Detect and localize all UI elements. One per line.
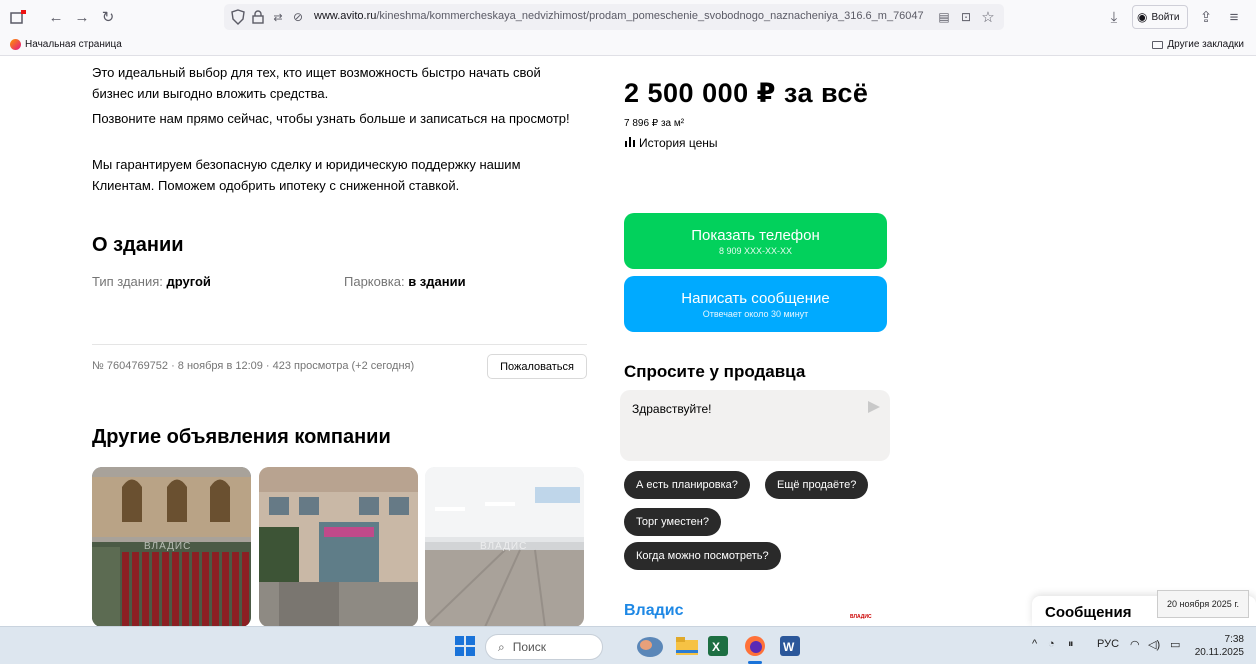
svg-text:X: X: [712, 640, 720, 654]
clock-date: 20.11.2025: [1194, 647, 1244, 658]
message-input[interactable]: Здравствуйте!: [620, 390, 890, 461]
browser-toolbar: ← → ↻ ⇄ ⊘ www.avito.ru/kineshma/kommerch…: [0, 0, 1256, 34]
bookmark-other[interactable]: Другие закладки: [1152, 39, 1244, 50]
listing-meta: № 7604769752 · 8 ноября в 12:09 · 423 пр…: [92, 360, 415, 372]
login-label: Войти: [1151, 11, 1180, 23]
bookmark-home[interactable]: Начальная страница: [10, 39, 122, 50]
url-bar[interactable]: ⇄ ⊘ www.avito.ru/kineshma/kommercheskaya…: [224, 4, 1004, 30]
parking: Парковка: в здании: [344, 274, 466, 289]
watermark-1: ВЛАДИС: [144, 541, 192, 552]
write-message-label: Написать сообщение: [681, 289, 830, 307]
url-domain: www.avito.ru: [314, 10, 377, 22]
reload-icon[interactable]: ↻: [98, 7, 118, 27]
bookmark-other-label: Другие закладки: [1167, 39, 1244, 50]
quick-question-chip[interactable]: Когда можно посмотреть?: [624, 542, 781, 570]
pocket-icon[interactable]: ⊡: [956, 7, 976, 27]
file-explorer-icon[interactable]: [676, 636, 698, 661]
windows-start-icon[interactable]: [455, 636, 475, 661]
show-phone-label: Показать телефон: [691, 226, 820, 244]
clock-time: 7:38: [1224, 634, 1244, 645]
price-history-label: История цены: [639, 136, 718, 150]
url-path: /kineshma/kommercheskaya_nedvizhimost/pr…: [376, 10, 924, 22]
shield-icon[interactable]: [228, 7, 248, 27]
wifi-icon[interactable]: ◠: [1130, 638, 1140, 651]
back-arrow-icon[interactable]: ←: [46, 7, 66, 27]
building-type: Тип здания: другой: [92, 274, 211, 289]
firefox-icon[interactable]: [744, 635, 766, 662]
firefox-icon: [10, 39, 21, 50]
seller-logo: ВЛАДИС: [850, 614, 872, 620]
about-building-heading: О здании: [92, 234, 184, 256]
ask-seller-heading: Спросите у продавца: [624, 362, 806, 381]
reader-view-icon[interactable]: ▤: [934, 7, 954, 27]
building-type-label: Тип здания:: [92, 274, 167, 289]
parking-label: Парковка:: [344, 274, 409, 289]
downloads-icon[interactable]: ⤓: [1104, 7, 1124, 27]
date-tooltip: 20 ноября 2025 г.: [1157, 590, 1249, 618]
description-p1: Это идеальный выбор для тех, кто ищет во…: [92, 65, 541, 101]
search-icon: ⌕: [498, 639, 505, 654]
parking-value: в здании: [408, 274, 466, 289]
bookmarks-bar: Начальная страница Другие закладки: [0, 34, 1256, 56]
taskbar: ⌕ Поиск X W ^ ◔ ⏸ РУС ◠ ◁) ▭ 7:38 20.11.…: [0, 626, 1256, 664]
volume-icon[interactable]: ◁): [1148, 638, 1160, 651]
app-tray-icon[interactable]: ◔: [1048, 638, 1055, 650]
menu-icon[interactable]: ≡: [1224, 7, 1244, 27]
messages-panel-title: Сообщения: [1045, 604, 1132, 621]
quick-question-chip[interactable]: Ещё продаёте?: [765, 471, 869, 499]
show-phone-button[interactable]: Показать телефон 8 909 XXX-XX-XX: [624, 213, 887, 269]
listing-thumbnail-3[interactable]: ВЛАДИС: [425, 467, 584, 626]
other-listings-heading: Другие объявления компании: [92, 426, 391, 448]
listing-thumbnail-1[interactable]: ВЛАДИС: [92, 467, 251, 626]
building-type-value: другой: [166, 274, 211, 289]
send-icon[interactable]: [868, 401, 880, 413]
divider: [92, 344, 587, 345]
tracking-icon[interactable]: ⊘: [288, 7, 308, 27]
login-button[interactable]: ◉ Войти: [1132, 5, 1188, 29]
watermark-3: ВЛАДИС: [480, 541, 528, 552]
write-message-button[interactable]: Написать сообщение Отвечает около 30 мин…: [624, 276, 887, 332]
complain-button[interactable]: Пожаловаться: [487, 354, 587, 379]
tab-view-icon[interactable]: [8, 7, 28, 27]
bookmark-home-label: Начальная страница: [25, 39, 122, 50]
price-history-link[interactable]: История цены: [624, 136, 718, 150]
search-label: Поиск: [512, 640, 546, 654]
svg-text:W: W: [783, 640, 795, 654]
response-time: Отвечает около 30 минут: [702, 308, 809, 319]
price-per-m: 7 896 ₽ за м²: [624, 118, 685, 129]
quick-question-chip[interactable]: А есть планировка?: [624, 471, 750, 499]
language-indicator[interactable]: РУС: [1097, 638, 1119, 650]
listing-thumbnail-2[interactable]: [259, 467, 418, 626]
battery-icon[interactable]: ▭: [1170, 638, 1180, 651]
folder-icon: [1152, 40, 1164, 49]
url-text[interactable]: www.avito.ru/kineshma/kommercheskaya_ned…: [314, 10, 924, 22]
lock-icon[interactable]: [248, 7, 268, 27]
meet-icon[interactable]: ⏸: [1068, 638, 1074, 651]
word-icon[interactable]: W: [780, 636, 800, 661]
description-p2: Позвоните нам прямо сейчас, чтобы узнать…: [92, 111, 570, 126]
permissions-icon[interactable]: ⇄: [268, 7, 288, 27]
account-icon: ◉: [1137, 10, 1148, 24]
bookmark-star-icon[interactable]: ☆: [978, 7, 998, 27]
share-icon[interactable]: ⇪: [1196, 7, 1216, 27]
widgets-icon[interactable]: [636, 633, 664, 664]
message-text: Здравствуйте!: [632, 402, 712, 416]
seller-name[interactable]: Владис: [624, 602, 684, 620]
taskbar-search[interactable]: ⌕ Поиск: [485, 634, 603, 660]
chevron-up-icon[interactable]: ^: [1032, 638, 1037, 650]
page-content: Это идеальный выбор для тех, кто ищет во…: [0, 56, 1256, 626]
excel-icon[interactable]: X: [708, 636, 728, 661]
forward-arrow-icon[interactable]: →: [72, 7, 92, 27]
price-total: 2 500 000 ₽ за всё: [624, 78, 869, 108]
quick-question-chip[interactable]: Торг уместен?: [624, 508, 721, 536]
clock[interactable]: 7:38 20.11.2025: [1192, 633, 1244, 659]
description-p3: Мы гарантируем безопасную сделку и юриди…: [92, 157, 521, 193]
phone-number-masked: 8 909 XXX-XX-XX: [718, 245, 793, 256]
chart-icon: [624, 136, 635, 150]
